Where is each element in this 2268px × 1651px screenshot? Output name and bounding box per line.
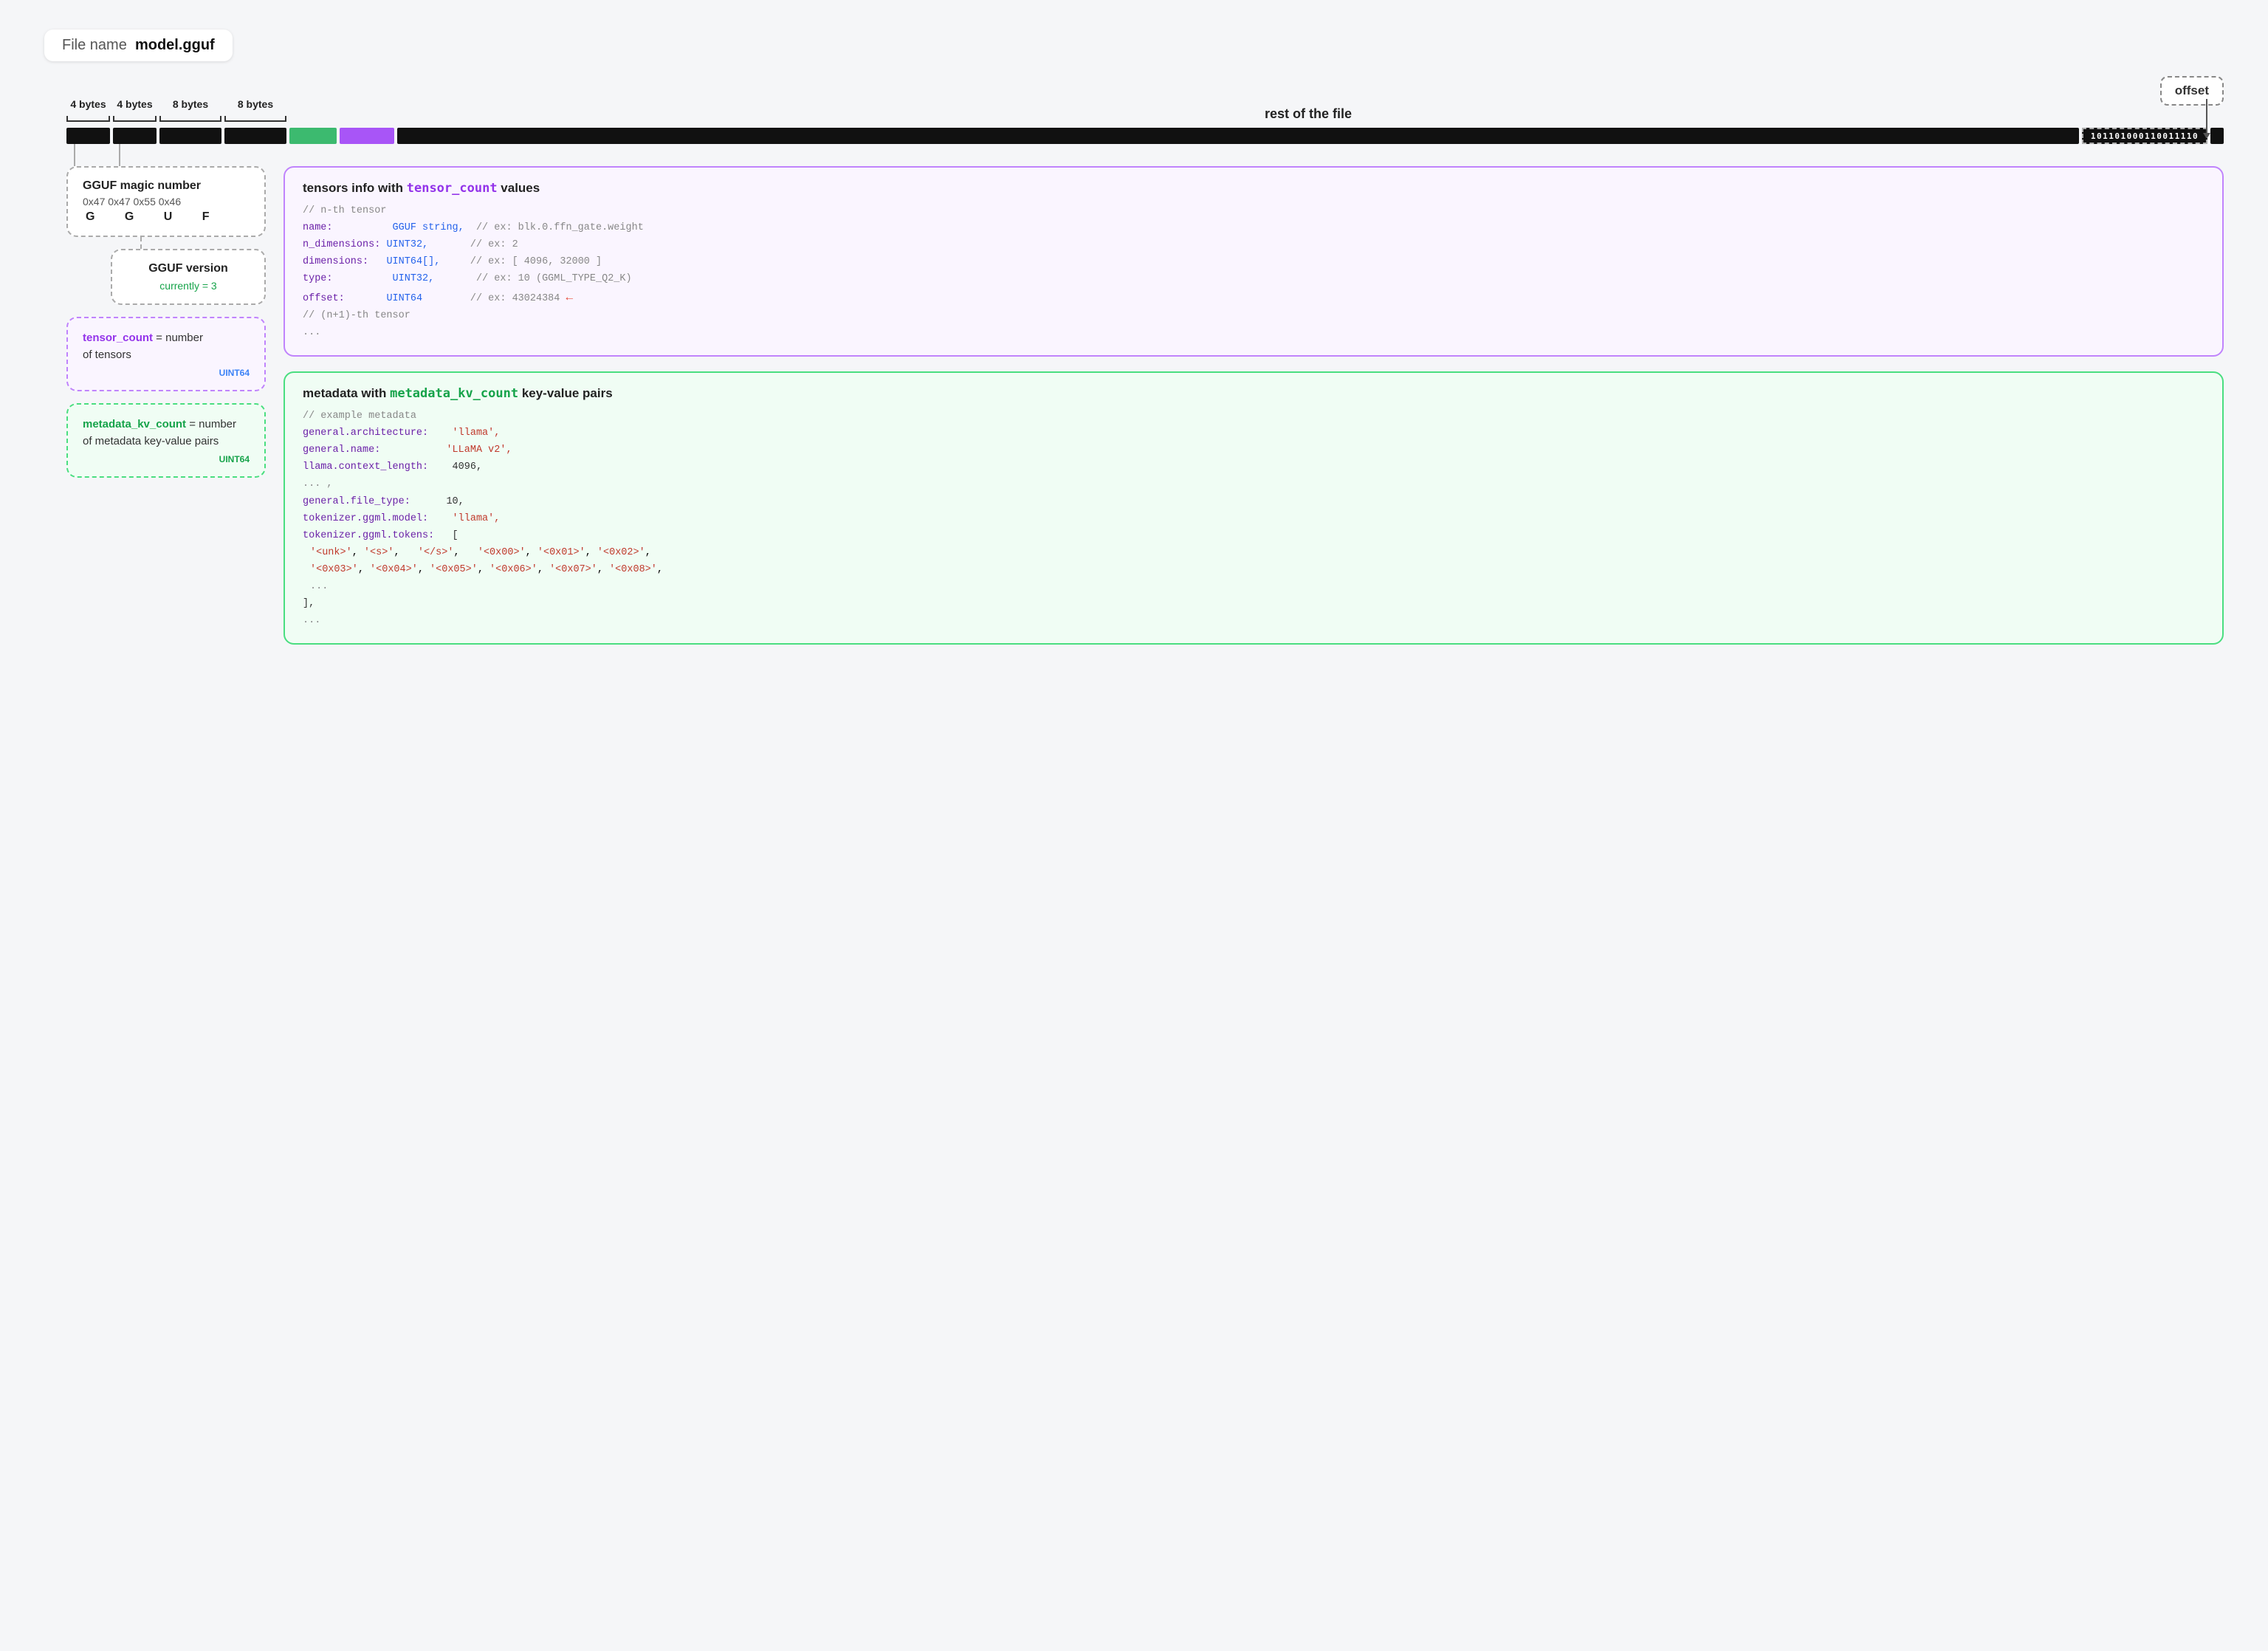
left-column: GGUF magic number 0x47 0x47 0x55 0x46 G … <box>66 166 266 478</box>
tensor-count-box: tensor_count = number of tensors UINT64 <box>66 317 266 391</box>
metadata-title: metadata with metadata_kv_count key-valu… <box>303 386 2205 401</box>
magic-box: GGUF magic number 0x47 0x47 0x55 0x46 G … <box>66 166 266 237</box>
content-area: GGUF magic number 0x47 0x47 0x55 0x46 G … <box>44 166 2224 645</box>
rest-label: rest of the file <box>1265 106 1352 122</box>
byte-label-3: 8 bytes <box>173 98 208 110</box>
version-box-wrapper: GGUF version currently = 3 <box>111 249 266 305</box>
byte-label-1: 4 bytes <box>70 98 106 110</box>
version-title: GGUF version <box>127 262 250 275</box>
tensor-count-wrapper: tensor_count = number of tensors UINT64 <box>66 317 266 391</box>
tensors-box: tensors info with tensor_count values //… <box>284 166 2224 357</box>
tensor-count-desc: of tensors <box>83 349 131 361</box>
file-name-badge: File name model.gguf <box>44 30 233 61</box>
version-box: GGUF version currently = 3 <box>111 249 266 305</box>
metadata-kv-box: metadata_kv_count = number of metadata k… <box>66 403 266 478</box>
metadata-kv-desc: of metadata key-value pairs <box>83 435 219 447</box>
metadata-code: // example metadata general.architecture… <box>303 408 2205 630</box>
tensors-code: // n-th tensor name: GGUF string, // ex:… <box>303 203 2205 342</box>
magic-title: GGUF magic number <box>83 179 250 193</box>
right-column: tensors info with tensor_count values //… <box>284 166 2224 645</box>
magic-hex: 0x47 0x47 0x55 0x46 <box>83 196 250 207</box>
version-subtitle: currently = 3 <box>127 280 250 292</box>
magic-box-wrapper: GGUF magic number 0x47 0x47 0x55 0x46 G … <box>66 166 266 237</box>
binary-text-segment: 101101000110011110 <box>2082 128 2207 144</box>
byte-label-4: 8 bytes <box>238 98 273 110</box>
metadata-kv-type: UINT64 <box>83 454 250 464</box>
magic-letters: G G U F <box>83 210 250 224</box>
file-name: model.gguf <box>135 37 215 53</box>
tensor-count-type: UINT64 <box>83 368 250 378</box>
byte-label-2: 4 bytes <box>117 98 152 110</box>
tensors-title: tensors info with tensor_count values <box>303 181 2205 196</box>
main-diagram: File name model.gguf offset 4 bytes 4 by… <box>44 30 2224 645</box>
metadata-box: metadata with metadata_kv_count key-valu… <box>284 371 2224 645</box>
tensor-count-var: tensor_count <box>83 332 153 344</box>
file-label: File name <box>62 37 127 53</box>
metadata-kv-var: metadata_kv_count <box>83 418 186 430</box>
metadata-kv-wrapper: metadata_kv_count = number of metadata k… <box>66 403 266 478</box>
binary-bar: 101101000110011110 <box>44 128 2224 144</box>
offset-badge: offset <box>2160 76 2224 106</box>
